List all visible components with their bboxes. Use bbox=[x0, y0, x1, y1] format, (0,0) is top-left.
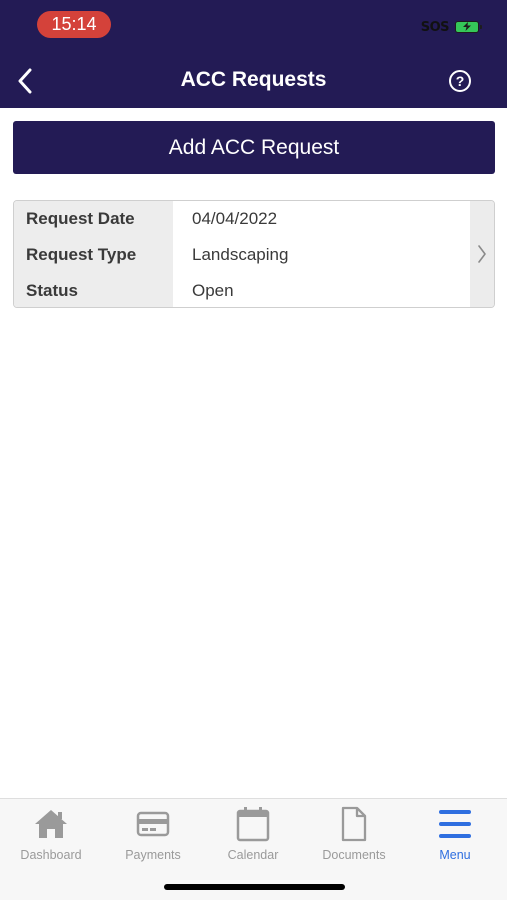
status-label: Status bbox=[26, 281, 78, 300]
home-indicator[interactable] bbox=[164, 884, 345, 890]
request-card-values: 04/04/2022 Landscaping Open bbox=[173, 201, 470, 307]
request-date-value: 04/04/2022 bbox=[192, 209, 278, 228]
chevron-right-icon bbox=[478, 245, 486, 263]
tab-calendar-label: Calendar bbox=[227, 848, 279, 862]
add-acc-request-button[interactable]: Add ACC Request bbox=[13, 121, 495, 174]
app-header: 15:14 SOS ACC Requests ? bbox=[0, 0, 507, 108]
request-card-labels: Request Date Request Type Status bbox=[14, 201, 173, 307]
tab-calendar[interactable]: Calendar bbox=[203, 805, 303, 862]
credit-card-icon bbox=[136, 811, 170, 837]
tab-documents-label: Documents bbox=[322, 848, 386, 862]
page-title: ACC Requests bbox=[180, 68, 327, 91]
request-date-label: Request Date bbox=[26, 209, 135, 228]
request-card[interactable]: Request Date Request Type Status 04/04/2… bbox=[13, 200, 495, 308]
help-icon[interactable]: ? bbox=[449, 70, 471, 92]
tab-dashboard-label: Dashboard bbox=[20, 848, 82, 862]
home-icon bbox=[35, 810, 67, 838]
request-type-value: Landscaping bbox=[192, 245, 289, 264]
tab-documents[interactable]: Documents bbox=[304, 805, 404, 862]
tab-menu[interactable]: Menu bbox=[405, 805, 505, 862]
tab-dashboard[interactable]: Dashboard bbox=[1, 805, 101, 862]
request-card-disclosure bbox=[470, 201, 494, 307]
status-indicators: SOS bbox=[420, 18, 482, 36]
tab-payments-label: Payments bbox=[125, 848, 181, 862]
battery-charging-icon bbox=[455, 21, 482, 33]
sos-indicator: SOS bbox=[420, 19, 450, 35]
hamburger-menu-icon bbox=[439, 810, 471, 838]
status-value: Open bbox=[192, 281, 234, 300]
document-icon bbox=[341, 806, 367, 842]
status-time: 15:14 bbox=[37, 11, 111, 38]
tab-menu-label: Menu bbox=[439, 848, 471, 862]
request-type-label: Request Type bbox=[26, 245, 137, 264]
calendar-icon bbox=[236, 807, 270, 842]
tab-payments[interactable]: Payments bbox=[103, 805, 203, 862]
